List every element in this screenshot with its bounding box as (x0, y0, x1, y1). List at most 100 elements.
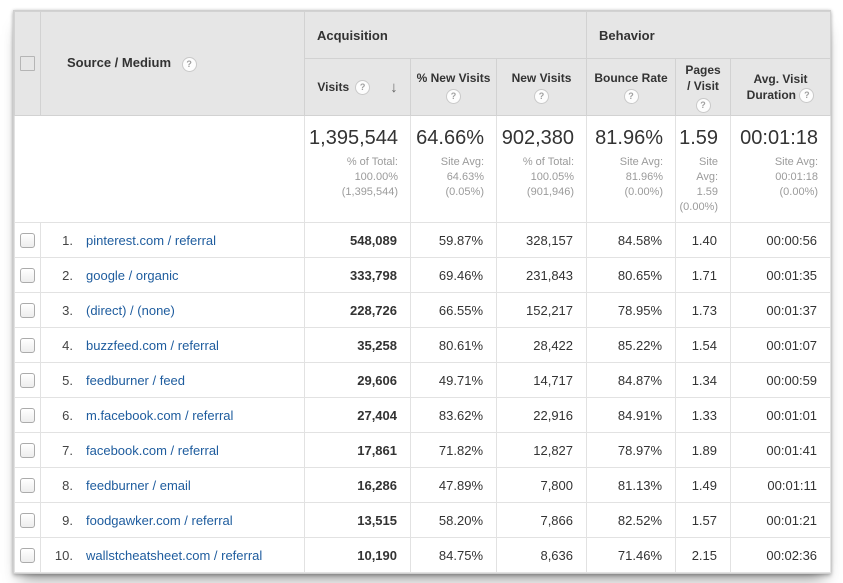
pct-new-visits-cell: 58.20% (411, 503, 497, 538)
column-header-bounce-rate[interactable]: Bounce Rate ? (587, 59, 676, 116)
source-medium-cell: 5. feedburner / feed (41, 363, 305, 398)
summary-visits-value: 1,395,544 (305, 127, 398, 150)
pct-new-visits-cell: 83.62% (411, 398, 497, 433)
table-row: 5.feedburner / feed 29,606 49.71% 14,717… (15, 363, 831, 398)
sort-descending-icon[interactable]: ↓ (390, 79, 398, 96)
row-checkbox[interactable] (20, 408, 35, 423)
column-header-avg-visit-duration[interactable]: Avg. Visit Duration ? (731, 59, 831, 116)
avg-visit-duration-cell: 00:01:11 (731, 468, 831, 503)
column-header-pct-new-visits[interactable]: % New Visits ? (411, 59, 497, 116)
visits-cell: 10,190 (305, 538, 411, 573)
visits-cell: 35,258 (305, 328, 411, 363)
row-checkbox[interactable] (20, 338, 35, 353)
summary-avg-visit-duration-subtext: Site Avg: 00:01:18 (0.00%) (731, 155, 818, 200)
summary-pages-per-visit-value: 1.59 (676, 127, 718, 150)
analytics-table-card: Source / Medium ? Acquisition Behavior V… (13, 10, 831, 574)
pct-new-visits-cell: 47.89% (411, 468, 497, 503)
column-header-visits[interactable]: Visits ? ↓ (305, 59, 411, 116)
table-row: 7.facebook.com / referral 17,861 71.82% … (15, 433, 831, 468)
table-row: 8.feedburner / email 16,286 47.89% 7,800… (15, 468, 831, 503)
checkbox-cell (15, 328, 41, 363)
pages-per-visit-cell: 1.40 (676, 223, 731, 258)
new-visits-cell: 7,800 (497, 468, 587, 503)
pages-per-visit-cell: 1.89 (676, 433, 731, 468)
pct-new-visits-cell: 69.46% (411, 258, 497, 293)
row-checkbox[interactable] (20, 548, 35, 563)
pages-per-visit-cell: 1.71 (676, 258, 731, 293)
visits-cell: 13,515 (305, 503, 411, 538)
help-icon[interactable]: ? (446, 89, 461, 104)
summary-row: 1,395,544 % of Total: 100.00% (1,395,544… (15, 116, 831, 223)
row-number: 5. (41, 373, 73, 388)
page: Source / Medium ? Acquisition Behavior V… (0, 0, 843, 583)
avg-visit-duration-cell: 00:01:37 (731, 293, 831, 328)
bounce-rate-cell: 71.46% (587, 538, 676, 573)
row-checkbox[interactable] (20, 268, 35, 283)
pages-per-visit-cell: 1.34 (676, 363, 731, 398)
help-icon[interactable]: ? (355, 80, 370, 95)
help-icon[interactable]: ? (624, 89, 639, 104)
table-row: 3.(direct) / (none) 228,726 66.55% 152,2… (15, 293, 831, 328)
summary-bounce-rate: 81.96% Site Avg: 81.96% (0.00%) (587, 116, 676, 223)
select-all-checkbox[interactable] (20, 56, 35, 71)
help-icon[interactable]: ? (534, 89, 549, 104)
row-checkbox[interactable] (20, 373, 35, 388)
source-medium-link[interactable]: facebook.com / referral (86, 443, 219, 458)
summary-pct-new-visits-subtext: Site Avg: 64.63% (0.05%) (411, 155, 484, 200)
source-medium-link[interactable]: m.facebook.com / referral (86, 408, 233, 423)
row-number: 1. (41, 233, 73, 248)
pages-per-visit-cell: 1.57 (676, 503, 731, 538)
behavior-label: Behavior (599, 28, 655, 43)
row-number: 6. (41, 408, 73, 423)
row-checkbox[interactable] (20, 513, 35, 528)
summary-empty-cell (15, 116, 305, 223)
row-number: 8. (41, 478, 73, 493)
group-header-behavior: Behavior (587, 12, 831, 59)
source-medium-label: Source / Medium (67, 55, 171, 70)
bounce-rate-cell: 84.58% (587, 223, 676, 258)
source-medium-link[interactable]: wallstcheatsheet.com / referral (86, 548, 262, 563)
source-medium-link[interactable]: google / organic (86, 268, 179, 283)
new-visits-cell: 231,843 (497, 258, 587, 293)
bounce-rate-cell: 84.87% (587, 363, 676, 398)
new-visits-label: New Visits (512, 71, 572, 85)
row-number: 9. (41, 513, 73, 528)
row-checkbox[interactable] (20, 233, 35, 248)
column-header-pages-per-visit[interactable]: Pages / Visit ? (676, 59, 731, 116)
column-header-new-visits[interactable]: New Visits ? (497, 59, 587, 116)
source-medium-cell: 4.buzzfeed.com / referral (41, 328, 305, 363)
checkbox-cell (15, 433, 41, 468)
source-medium-link[interactable]: (direct) / (none) (86, 303, 175, 318)
row-checkbox[interactable] (20, 478, 35, 493)
source-medium-cell: 2.google / organic (41, 258, 305, 293)
source-medium-link[interactable]: buzzfeed.com / referral (86, 338, 219, 353)
help-icon[interactable]: ? (696, 98, 711, 113)
pct-new-visits-label: % New Visits (417, 71, 491, 85)
summary-bounce-rate-value: 81.96% (587, 127, 663, 150)
visits-cell: 228,726 (305, 293, 411, 328)
bounce-rate-cell: 85.22% (587, 328, 676, 363)
avg-visit-duration-cell: 00:00:56 (731, 223, 831, 258)
group-header-row: Source / Medium ? Acquisition Behavior (15, 12, 831, 59)
pct-new-visits-cell: 71.82% (411, 433, 497, 468)
bounce-rate-cell: 78.95% (587, 293, 676, 328)
summary-pages-per-visit-subtext: Site Avg: 1.59 (0.00%) (676, 155, 718, 215)
row-checkbox[interactable] (20, 303, 35, 318)
summary-new-visits-subtext: % of Total: 100.05% (901,946) (497, 155, 574, 200)
column-header-source-medium[interactable]: Source / Medium ? (41, 12, 305, 116)
source-medium-cell: 3.(direct) / (none) (41, 293, 305, 328)
help-icon[interactable]: ? (799, 88, 814, 103)
bounce-rate-cell: 81.13% (587, 468, 676, 503)
checkbox-cell (15, 223, 41, 258)
row-number: 7. (41, 443, 73, 458)
help-icon[interactable]: ? (182, 57, 197, 72)
source-medium-link[interactable]: feedburner / email (86, 478, 191, 493)
source-medium-link[interactable]: foodgawker.com / referral (86, 513, 233, 528)
table-row: 6.m.facebook.com / referral 27,404 83.62… (15, 398, 831, 433)
summary-new-visits: 902,380 % of Total: 100.05% (901,946) (497, 116, 587, 223)
bounce-rate-cell: 78.97% (587, 433, 676, 468)
source-medium-link[interactable]: feedburner / feed (86, 373, 185, 388)
source-medium-link[interactable]: pinterest.com / referral (86, 233, 216, 248)
new-visits-cell: 8,636 (497, 538, 587, 573)
row-checkbox[interactable] (20, 443, 35, 458)
